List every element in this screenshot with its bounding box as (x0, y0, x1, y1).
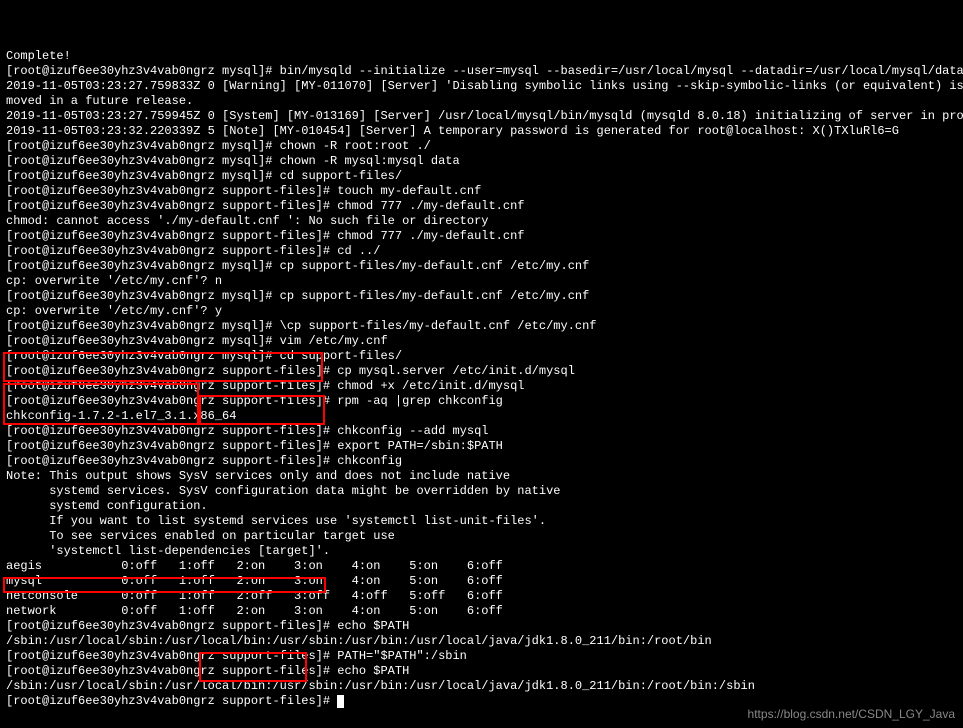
watermark: https://blog.csdn.net/CSDN_LGY_Java (748, 707, 955, 722)
terminal-line: To see services enabled on particular ta… (6, 529, 957, 544)
terminal-line: [root@izuf6ee30yhz3v4vab0ngrz support-fi… (6, 664, 957, 679)
terminal-line: 2019-11-05T03:23:27.759945Z 0 [System] [… (6, 109, 957, 124)
terminal-line: [root@izuf6ee30yhz3v4vab0ngrz mysql]# vi… (6, 334, 957, 349)
terminal-line: [root@izuf6ee30yhz3v4vab0ngrz support-fi… (6, 454, 957, 469)
terminal-line: 2019-11-05T03:23:32.220339Z 5 [Note] [MY… (6, 124, 957, 139)
terminal-line: [root@izuf6ee30yhz3v4vab0ngrz mysql]# cd… (6, 349, 957, 364)
terminal-line: [root@izuf6ee30yhz3v4vab0ngrz mysql]# ch… (6, 139, 957, 154)
terminal-line: [root@izuf6ee30yhz3v4vab0ngrz support-fi… (6, 424, 957, 439)
terminal-line: netconsole 0:off 1:off 2:off 3:off 4:off… (6, 589, 957, 604)
terminal-line: [root@izuf6ee30yhz3v4vab0ngrz mysql]# cd… (6, 169, 957, 184)
terminal-line: [root@izuf6ee30yhz3v4vab0ngrz support-fi… (6, 379, 957, 394)
terminal-line: [root@izuf6ee30yhz3v4vab0ngrz mysql]# cp… (6, 289, 957, 304)
terminal-line: 2019-11-05T03:23:27.759833Z 0 [Warning] … (6, 79, 957, 94)
terminal-line: [root@izuf6ee30yhz3v4vab0ngrz support-fi… (6, 439, 957, 454)
terminal-line: [root@izuf6ee30yhz3v4vab0ngrz support-fi… (6, 394, 957, 409)
terminal-line: systemd services. SysV configuration dat… (6, 484, 957, 499)
terminal-line: Complete! (6, 49, 957, 64)
terminal-window[interactable]: Complete![root@izuf6ee30yhz3v4vab0ngrz m… (0, 0, 963, 728)
terminal-line: cp: overwrite '/etc/my.cnf'? n (6, 274, 957, 289)
terminal-line: [root@izuf6ee30yhz3v4vab0ngrz support-fi… (6, 619, 957, 634)
terminal-line: chmod: cannot access './my-default.cnf '… (6, 214, 957, 229)
terminal-line: [root@izuf6ee30yhz3v4vab0ngrz support-fi… (6, 364, 957, 379)
terminal-line: systemd configuration. (6, 499, 957, 514)
terminal-line: [root@izuf6ee30yhz3v4vab0ngrz support-fi… (6, 244, 957, 259)
terminal-line: [root@izuf6ee30yhz3v4vab0ngrz support-fi… (6, 199, 957, 214)
terminal-line: aegis 0:off 1:off 2:on 3:on 4:on 5:on 6:… (6, 559, 957, 574)
terminal-line: cp: overwrite '/etc/my.cnf'? y (6, 304, 957, 319)
cursor (337, 695, 344, 708)
terminal-line: [root@izuf6ee30yhz3v4vab0ngrz support-fi… (6, 229, 957, 244)
terminal-line: 'systemctl list-dependencies [target]'. (6, 544, 957, 559)
terminal-line: /sbin:/usr/local/sbin:/usr/local/bin:/us… (6, 679, 957, 694)
terminal-line: mysql 0:off 1:off 2:on 3:on 4:on 5:on 6:… (6, 574, 957, 589)
terminal-line: Note: This output shows SysV services on… (6, 469, 957, 484)
terminal-line: [root@izuf6ee30yhz3v4vab0ngrz mysql]# ch… (6, 154, 957, 169)
terminal-line: [root@izuf6ee30yhz3v4vab0ngrz mysql]# \c… (6, 319, 957, 334)
terminal-line: network 0:off 1:off 2:on 3:on 4:on 5:on … (6, 604, 957, 619)
terminal-line: [root@izuf6ee30yhz3v4vab0ngrz mysql]# cp… (6, 259, 957, 274)
terminal-line: [root@izuf6ee30yhz3v4vab0ngrz support-fi… (6, 694, 957, 709)
terminal-line: [root@izuf6ee30yhz3v4vab0ngrz support-fi… (6, 649, 957, 664)
terminal-line: chkconfig-1.7.2-1.el7_3.1.x86_64 (6, 409, 957, 424)
terminal-line: If you want to list systemd services use… (6, 514, 957, 529)
terminal-line: moved in a future release. (6, 94, 957, 109)
terminal-line: /sbin:/usr/local/sbin:/usr/local/bin:/us… (6, 634, 957, 649)
terminal-line: [root@izuf6ee30yhz3v4vab0ngrz support-fi… (6, 184, 957, 199)
terminal-line: [root@izuf6ee30yhz3v4vab0ngrz mysql]# bi… (6, 64, 957, 79)
